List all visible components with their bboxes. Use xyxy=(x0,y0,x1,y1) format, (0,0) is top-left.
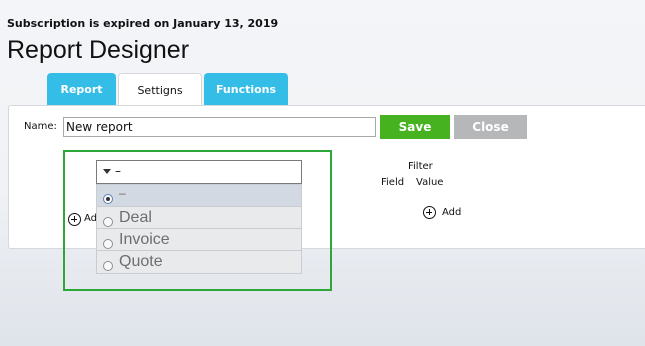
option-label: Invoice xyxy=(119,231,170,248)
field-header: Field xyxy=(381,177,405,188)
dropdown-arrow-icon xyxy=(103,169,111,174)
close-button[interactable]: Close xyxy=(454,115,527,139)
option-label: Deal xyxy=(119,209,152,226)
tab-report[interactable]: Report xyxy=(47,73,116,105)
entity-dropdown-list: – Deal Invoice Quote xyxy=(96,184,302,274)
option-label: Quote xyxy=(119,253,163,270)
page-title: Report Designer xyxy=(7,36,190,64)
radio-icon xyxy=(103,261,113,271)
option-deal[interactable]: Deal xyxy=(97,207,301,229)
entity-select[interactable]: – xyxy=(96,160,302,184)
entity-select-value: – xyxy=(115,164,121,178)
report-name-input[interactable] xyxy=(63,117,376,137)
subscription-notice: Subscription is expired on January 13, 2… xyxy=(7,17,279,30)
option-invoice[interactable]: Invoice xyxy=(97,229,301,251)
name-label: Name: xyxy=(24,121,57,132)
tab-settings[interactable]: Settigns xyxy=(118,73,202,107)
option-none[interactable]: – xyxy=(97,185,301,207)
radio-icon xyxy=(103,239,113,249)
option-quote[interactable]: Quote xyxy=(97,251,301,273)
add-circle-icon[interactable] xyxy=(423,206,436,219)
filter-header: Filter xyxy=(408,161,433,172)
add-filter-label[interactable]: Add xyxy=(442,207,461,218)
value-header: Value xyxy=(416,177,444,188)
save-button[interactable]: Save xyxy=(380,115,450,139)
radio-icon xyxy=(103,217,113,227)
tab-functions[interactable]: Functions xyxy=(204,73,288,105)
radio-checked-icon xyxy=(103,194,113,204)
option-label: – xyxy=(119,186,126,200)
